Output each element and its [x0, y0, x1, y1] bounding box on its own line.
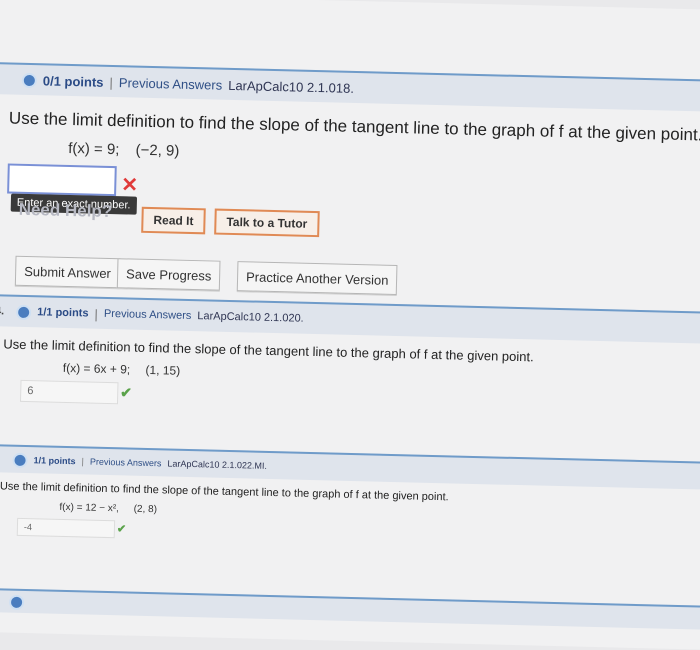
question-number: 4.	[0, 305, 5, 318]
points-label: 1/1 points	[33, 455, 76, 467]
problem-code: LarApCalc10 2.1.022.MI.	[167, 458, 268, 471]
status-dot-icon	[12, 452, 28, 468]
answer-input[interactable]: 6	[19, 379, 119, 405]
separator: |	[109, 74, 114, 90]
separator: |	[94, 306, 99, 322]
problem-code: LarApCalc10 2.1.018.	[228, 77, 355, 96]
points-label: 1/1 points	[37, 306, 89, 320]
question-6-header: 6.	[0, 587, 700, 630]
incorrect-icon: ✕	[121, 174, 139, 197]
previous-answers-link[interactable]: Previous Answers	[104, 308, 192, 322]
need-help-label: Need Help?	[18, 199, 113, 222]
separator: |	[81, 456, 85, 467]
given-point: (2, 8)	[133, 503, 158, 516]
function-expression: f(x) = 9;	[67, 139, 120, 159]
question-6: 6.	[0, 587, 700, 630]
question-number	[0, 79, 10, 80]
function-expression: f(x) = 12 − x²,	[59, 501, 120, 515]
submit-answer-button[interactable]: Submit Answer	[14, 255, 121, 289]
status-dot-icon	[21, 72, 38, 88]
homework-page: 0/1 points | Previous Answers LarApCalc1…	[0, 0, 700, 650]
previous-answers-link[interactable]: Previous Answers	[119, 75, 223, 93]
given-point: (1, 15)	[145, 362, 181, 378]
question-number: 5.	[0, 453, 1, 465]
question-4: 4. 1/1 points | Previous Answers LarApCa…	[0, 293, 700, 427]
correct-check-icon: ✔	[116, 523, 127, 536]
question-5: 5. 1/1 points | Previous Answers LarApCa…	[0, 443, 700, 565]
answer-input[interactable]: -4	[16, 517, 116, 539]
given-point: (−2, 9)	[135, 141, 180, 160]
practice-another-version-button[interactable]: Practice Another Version	[236, 261, 398, 296]
save-progress-button[interactable]: Save Progress	[116, 258, 221, 291]
points-label: 0/1 points	[42, 72, 104, 90]
talk-to-tutor-button[interactable]: Talk to a Tutor	[214, 208, 320, 238]
function-expression: f(x) = 6x + 9;	[62, 360, 131, 377]
correct-check-icon: ✔	[120, 384, 133, 401]
status-dot-icon	[8, 594, 25, 610]
question-3-header: 0/1 points | Previous Answers LarApCalc1…	[0, 61, 700, 113]
status-dot-icon	[16, 304, 32, 320]
read-it-button[interactable]: Read It	[141, 206, 206, 235]
answer-input[interactable]	[7, 163, 117, 197]
problem-code: LarApCalc10 2.1.020.	[197, 310, 304, 325]
question-3: 0/1 points | Previous Answers LarApCalc1…	[0, 61, 700, 313]
previous-answers-link[interactable]: Previous Answers	[90, 457, 162, 469]
